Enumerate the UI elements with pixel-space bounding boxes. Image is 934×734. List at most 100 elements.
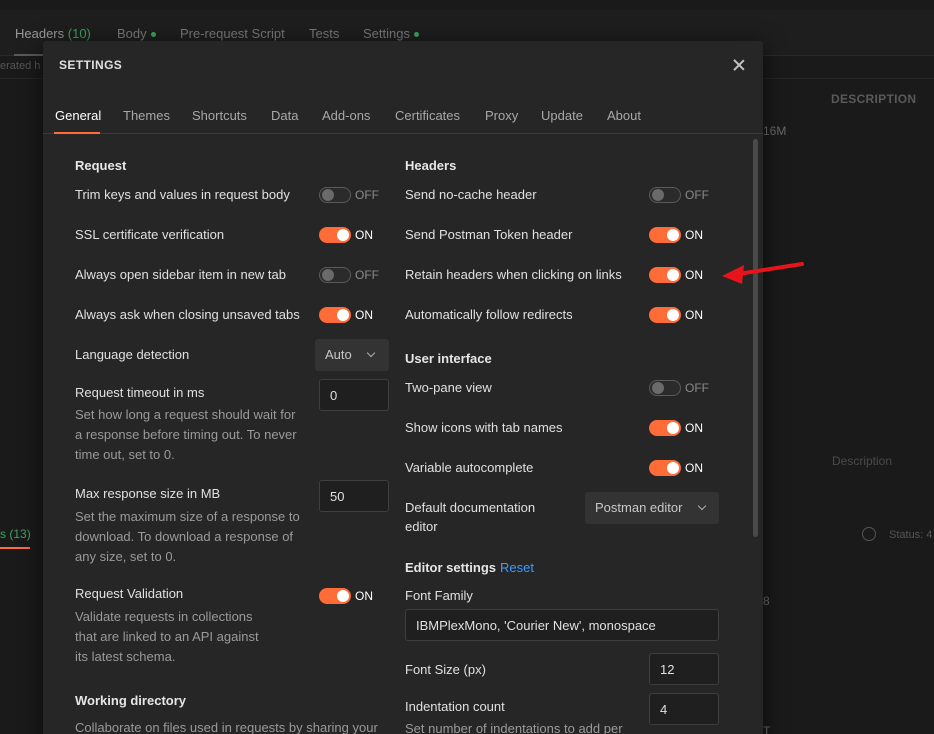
toggle-state-text: ON xyxy=(355,589,373,603)
retain-headers-label: Retain headers when clicking on links xyxy=(405,267,622,282)
bg-tab-tests[interactable]: Tests xyxy=(309,26,339,41)
chevron-down-icon xyxy=(366,348,376,358)
toggle-state-text: ON xyxy=(355,308,373,322)
chevron-down-icon xyxy=(697,501,707,511)
toggle-state-text: ON xyxy=(685,461,703,475)
bg-tab-settings[interactable]: Settings xyxy=(363,26,419,41)
sidebar-new-tab-toggle[interactable] xyxy=(319,267,351,283)
ssl-verification-label: SSL certificate verification xyxy=(75,227,225,242)
toggle-knob xyxy=(337,229,349,241)
indentation-count-help: Set number of indentations to add per xyxy=(405,721,623,734)
language-detection-dropdown[interactable]: Auto xyxy=(315,339,389,371)
bg-snippet: erated h xyxy=(0,60,41,72)
toggle-knob xyxy=(652,382,664,394)
bg-description-placeholder: Description xyxy=(832,454,893,468)
request-validation-help: Validate requests in collections that ar… xyxy=(75,609,259,664)
tab-data[interactable]: Data xyxy=(271,108,298,123)
bg-description-header: DESCRIPTION xyxy=(831,92,917,106)
reset-link[interactable]: Reset xyxy=(500,560,534,575)
user-interface-heading: User interface xyxy=(405,351,492,366)
font-size-input[interactable] xyxy=(649,653,719,685)
close-icon[interactable] xyxy=(731,57,747,73)
variable-autocomplete-label: Variable autocomplete xyxy=(405,460,534,475)
toggle-knob xyxy=(322,269,334,281)
tab-proxy[interactable]: Proxy xyxy=(485,108,518,123)
tab-add-ons[interactable]: Add-ons xyxy=(322,108,370,123)
working-directory-heading: Working directory xyxy=(75,693,187,708)
tab-about[interactable]: About xyxy=(607,108,641,123)
request-validation-toggle[interactable] xyxy=(319,588,351,604)
bg-tab-body[interactable]: Body xyxy=(117,26,156,41)
font-size-label: Font Size (px) xyxy=(405,662,486,677)
max-response-size-input[interactable] xyxy=(319,480,389,512)
bg-response-tab[interactable]: s (13) xyxy=(0,527,31,541)
tab-update[interactable]: Update xyxy=(541,108,583,123)
ssl-verification-toggle[interactable] xyxy=(319,227,351,243)
doc-editor-label: Default documentation editor xyxy=(405,500,536,534)
ask-close-unsaved-label: Always ask when closing unsaved tabs xyxy=(75,307,300,322)
toggle-knob xyxy=(667,422,679,434)
bg-tab-headers[interactable]: Headers (10) xyxy=(15,26,91,41)
bg-snippet-16m: 16M xyxy=(763,124,787,138)
sidebar-new-tab-label: Always open sidebar item in new tab xyxy=(75,267,287,282)
tab-icons-label: Show icons with tab names xyxy=(405,420,563,435)
max-response-size-help: Set the maximum size of a response to do… xyxy=(75,509,300,564)
doc-editor-dropdown[interactable]: Postman editor xyxy=(585,492,719,524)
headers-heading: Headers xyxy=(405,158,457,173)
toggle-state-text: ON xyxy=(685,308,703,322)
tab-themes[interactable]: Themes xyxy=(123,108,170,123)
bg-status-label: Status: 4 xyxy=(889,529,933,541)
two-pane-view-toggle[interactable] xyxy=(649,380,681,396)
postman-token-toggle[interactable] xyxy=(649,227,681,243)
bg-tab-pre-request-script[interactable]: Pre-request Script xyxy=(180,26,285,41)
trim-keys-toggle[interactable] xyxy=(319,187,351,203)
toggle-state-text: OFF xyxy=(355,268,379,282)
follow-redirects-toggle[interactable] xyxy=(649,307,681,323)
trim-keys-label: Trim keys and values in request body xyxy=(75,187,290,202)
toggle-knob xyxy=(667,309,679,321)
indentation-count-input[interactable] xyxy=(649,693,719,725)
toggle-knob xyxy=(337,590,349,602)
request-timeout-label: Request timeout in ms xyxy=(75,385,205,400)
no-cache-header-label: Send no-cache header xyxy=(405,187,537,202)
active-tab-underline xyxy=(54,132,100,134)
toggle-knob xyxy=(652,189,664,201)
request-validation-label: Request Validation xyxy=(75,586,184,601)
two-pane-view-label: Two-pane view xyxy=(405,380,492,395)
postman-token-label: Send Postman Token header xyxy=(405,227,573,242)
indentation-count-label: Indentation count xyxy=(405,699,505,714)
toggle-state-text: ON xyxy=(685,421,703,435)
max-response-size-label: Max response size in MB xyxy=(75,486,221,501)
toggle-state-text: OFF xyxy=(355,188,379,202)
globe-icon xyxy=(862,527,876,541)
bg-snippet-t: T xyxy=(763,724,771,734)
modal-title: SETTINGS xyxy=(59,58,123,72)
request-timeout-help: Set how long a request should wait for a… xyxy=(75,407,297,462)
settings-tabbar: General Themes Shortcuts Data Add-ons Ce… xyxy=(43,101,763,134)
tab-certificates[interactable]: Certificates xyxy=(395,108,460,123)
annotation-arrow-icon xyxy=(722,262,804,284)
request-timeout-input[interactable] xyxy=(319,379,389,411)
status-dot xyxy=(150,32,156,38)
ask-close-unsaved-toggle[interactable] xyxy=(319,307,351,323)
language-detection-label: Language detection xyxy=(75,347,190,362)
toggle-state-text: ON xyxy=(685,228,703,242)
dropdown-value: Auto xyxy=(325,347,352,362)
working-directory-help: Collaborate on files used in requests by… xyxy=(75,720,378,734)
tab-icons-toggle[interactable] xyxy=(649,420,681,436)
variable-autocomplete-toggle[interactable] xyxy=(649,460,681,476)
toggle-knob xyxy=(337,309,349,321)
tab-general[interactable]: General xyxy=(55,108,101,123)
font-family-input[interactable] xyxy=(405,609,719,641)
tab-shortcuts[interactable]: Shortcuts xyxy=(192,108,247,123)
font-family-label: Font Family xyxy=(405,588,473,603)
no-cache-header-toggle[interactable] xyxy=(649,187,681,203)
scrollbar[interactable] xyxy=(753,139,758,537)
toggle-state-text: OFF xyxy=(685,188,709,202)
status-dot xyxy=(413,32,419,38)
toggle-state-text: ON xyxy=(685,268,703,282)
retain-headers-toggle[interactable] xyxy=(649,267,681,283)
editor-settings-heading: Editor settings xyxy=(405,560,497,575)
bg-snippet-8: 8 xyxy=(763,594,770,608)
bg-response-tab-underline xyxy=(0,547,30,549)
